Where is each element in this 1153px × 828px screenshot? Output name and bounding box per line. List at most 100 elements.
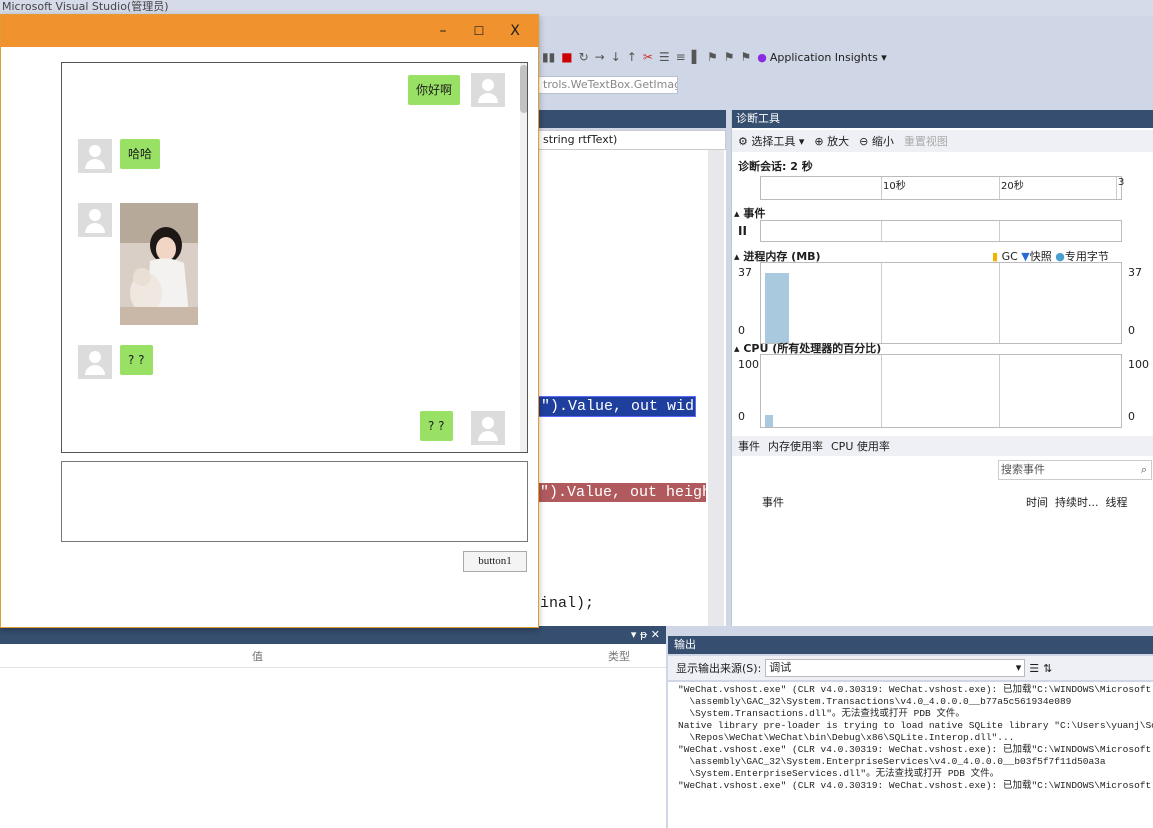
code-editor[interactable]: ").Value, out width); ").Value, out heig…	[538, 150, 726, 626]
indent-icon[interactable]: ☰	[659, 50, 670, 64]
zoom-out-icon: ⊖	[859, 135, 869, 148]
diagnostics-title: 诊断工具	[732, 110, 1153, 128]
chat-window: – ☐ X 你好啊 哈哈 ? ? ? ? button1	[0, 14, 539, 628]
avatar	[471, 411, 505, 445]
tab-memory[interactable]: 内存使用率	[768, 436, 823, 456]
avatar	[78, 345, 112, 379]
session-label: 诊断会话: 2 秒	[738, 160, 813, 173]
cpu-area	[765, 415, 773, 427]
code-line[interactable]: inal);	[538, 594, 596, 613]
step-into-icon[interactable]: ↓	[611, 50, 621, 64]
output-source-label: 显示输出来源(S):	[676, 662, 762, 675]
cpu-max-left: 100	[738, 358, 759, 371]
send-button[interactable]: button1	[463, 551, 527, 572]
cpu-min-right: 0	[1128, 410, 1135, 423]
avatar	[78, 139, 112, 173]
select-tool-button[interactable]: ⚙ 选择工具 ▾	[738, 133, 804, 149]
mem-max-right: 37	[1128, 266, 1142, 279]
maximize-button[interactable]: ☐	[465, 21, 493, 41]
editor-scrollbar[interactable]	[708, 150, 724, 626]
bookmark-prev-icon[interactable]: ⚑	[707, 50, 718, 64]
zoom-out-button[interactable]: ⊖ 缩小	[859, 133, 894, 149]
code-line[interactable]: ").Value, out height);	[538, 483, 706, 502]
reset-view-button[interactable]: 重置视图	[904, 133, 948, 149]
output-source-select[interactable]: 调试 ▾	[765, 659, 1026, 677]
diagnostics-panel: 诊断工具 ⚙ 选择工具 ▾ ⊕ 放大 ⊖ 缩小 重置视图 诊断会话: 2 秒 1…	[731, 110, 1153, 626]
gear-icon: ⚙	[738, 135, 748, 148]
mem-min-right: 0	[1128, 324, 1135, 337]
col-type[interactable]: 类型	[608, 648, 630, 664]
avatar	[78, 203, 112, 237]
app-insights-label: Application Insights ▾	[769, 50, 887, 64]
chevron-down-icon: ▾	[1015, 661, 1022, 674]
tick-label: 3	[1118, 177, 1125, 188]
memory-graph	[760, 262, 1122, 344]
timeline-ruler[interactable]: 10秒 20秒 3	[760, 176, 1125, 200]
step-icon[interactable]: →	[595, 50, 605, 64]
chat-history[interactable]: 你好啊 哈哈 ? ? ? ?	[61, 62, 528, 453]
zoom-in-button[interactable]: ⊕ 放大	[814, 133, 849, 149]
memory-area	[765, 273, 789, 343]
message-bubble-sent: 你好啊	[408, 75, 461, 105]
search-icon: ⌕	[1140, 463, 1147, 476]
chat-scrollbar-thumb[interactable]	[520, 65, 527, 113]
close-button[interactable]: X	[501, 21, 529, 41]
message-image[interactable]	[120, 203, 198, 325]
tab-events[interactable]: 事件	[738, 436, 760, 456]
app-insights-button[interactable]: ● Application Insights ▾	[757, 51, 887, 64]
code-line[interactable]: ").Value, out width);	[538, 396, 696, 417]
pin-icon[interactable]: ᵽ	[640, 628, 647, 641]
col-thread[interactable]: 线程	[1106, 496, 1128, 509]
tab-cpu[interactable]: CPU 使用率	[831, 436, 890, 456]
mem-max-left: 37	[738, 266, 752, 279]
mem-min-left: 0	[738, 324, 745, 337]
col-event[interactable]: 事件	[762, 494, 784, 510]
chat-titlebar[interactable]: – ☐ X	[1, 15, 538, 47]
cpu-graph	[760, 354, 1122, 428]
locals-panel: ▾ ᵽ ✕ 值 类型	[0, 626, 666, 828]
output-text[interactable]: "WeChat.vshost.exe" (CLR v4.0.30319: WeC…	[668, 682, 1153, 828]
restart-icon[interactable]: ↻	[579, 50, 589, 64]
cpu-max-right: 100	[1128, 358, 1149, 371]
tick-label: 20秒	[1001, 181, 1024, 192]
pause-icon[interactable]: ▮▮	[542, 50, 555, 64]
tick-label: 10秒	[883, 181, 906, 192]
close-icon[interactable]: ✕	[651, 628, 660, 641]
stop-icon[interactable]: ■	[561, 50, 572, 64]
message-bubble-sent: ? ?	[420, 411, 453, 441]
clear-icon[interactable]: ☰	[1029, 662, 1039, 675]
exception-icon[interactable]: ✂	[643, 50, 653, 64]
member-combo[interactable]: string rtfText)	[538, 130, 726, 150]
lightbulb-icon: ●	[757, 50, 767, 64]
bookmark-icon[interactable]: ▌	[692, 50, 701, 64]
dropdown-icon[interactable]: ▾	[631, 628, 637, 641]
event-columns: 时间 持续时... 线程	[1026, 494, 1128, 510]
col-duration[interactable]: 持续时...	[1055, 496, 1099, 509]
bookmark-next-icon[interactable]: ⚑	[724, 50, 735, 64]
minimize-button[interactable]: –	[429, 21, 457, 41]
bookmark-clear-icon[interactable]: ⚑	[740, 50, 751, 64]
chat-scrollbar[interactable]	[520, 63, 527, 452]
cpu-min-left: 0	[738, 410, 745, 423]
zoom-in-icon: ⊕	[814, 135, 824, 148]
step-out-icon[interactable]: ↑	[627, 50, 637, 64]
search-events-input[interactable]: 搜索事件 ⌕	[998, 460, 1152, 480]
output-title: 输出	[668, 636, 1153, 654]
message-bubble-received: 哈哈	[120, 139, 161, 169]
avatar	[471, 73, 505, 107]
vs-nav-bar: trols.WeTextBox.GetImage ▾	[538, 74, 724, 96]
col-time[interactable]: 时间	[1026, 496, 1048, 509]
locals-columns: 值 类型	[0, 644, 666, 668]
col-value[interactable]: 值	[252, 648, 263, 664]
message-input[interactable]	[61, 461, 528, 542]
events-section[interactable]: ▴ 事件	[734, 205, 765, 221]
comment-icon[interactable]: ≡	[676, 50, 686, 64]
type-combo[interactable]: trols.WeTextBox.GetImage ▾	[538, 76, 678, 94]
diag-tabs: 事件 内存使用率 CPU 使用率	[732, 436, 1153, 456]
vs-toolbar: ▮▮ ■ ↻ → ↓ ↑ ✂ ☰ ≡ ▌ ⚑ ⚑ ⚑ ● Application…	[538, 44, 1153, 70]
wrap-icon[interactable]: ⇅	[1043, 662, 1052, 675]
diagnostics-toolbar: ⚙ 选择工具 ▾ ⊕ 放大 ⊖ 缩小 重置视图	[732, 130, 1153, 152]
pause-icon: II	[738, 224, 747, 238]
events-track	[760, 220, 1122, 242]
photo-image	[120, 203, 198, 325]
